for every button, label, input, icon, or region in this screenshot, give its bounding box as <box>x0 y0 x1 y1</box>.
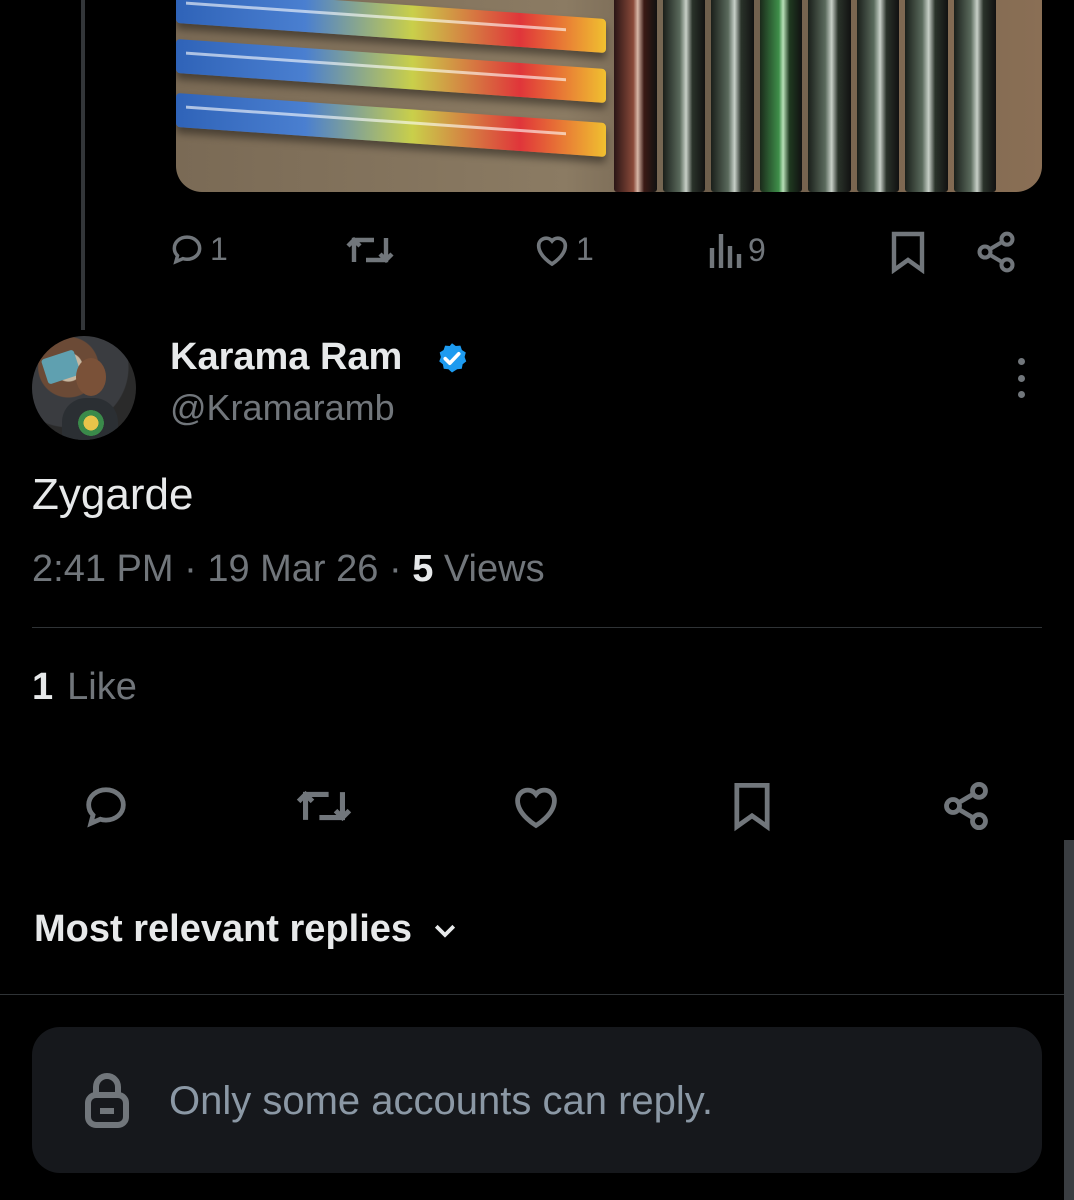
retweet-button[interactable] <box>294 780 354 832</box>
bookmark-button[interactable] <box>726 780 778 832</box>
lock-icon <box>82 1071 132 1129</box>
comment-icon <box>172 235 202 265</box>
parent-view-count: 9 <box>748 231 766 268</box>
parent-retweet-button[interactable] <box>344 230 396 270</box>
parent-bookmark-button[interactable] <box>888 230 928 274</box>
parent-like-count: 1 <box>576 230 594 267</box>
parent-reply-count: 1 <box>210 230 228 267</box>
likes-label: Like <box>67 666 137 708</box>
tweet-time[interactable]: 2:41 PM <box>32 548 174 590</box>
divider <box>32 627 1042 628</box>
parent-reply-button[interactable]: 1 <box>168 230 228 268</box>
share-icon <box>977 231 1015 273</box>
reply-restriction-text: Only some accounts can reply. <box>169 1079 713 1123</box>
meta-separator: · <box>388 548 413 590</box>
reply-restriction-notice: Only some accounts can reply. <box>32 1027 1042 1173</box>
like-button[interactable] <box>510 780 562 832</box>
meta-separator: · <box>184 548 208 590</box>
author-name[interactable]: Karama Ram <box>170 336 402 379</box>
verified-badge-icon <box>439 343 467 373</box>
parent-tweet-media-image[interactable] <box>176 0 1042 192</box>
tweet-date[interactable]: 19 Mar 26 <box>207 548 378 590</box>
views-label: Views <box>443 548 545 590</box>
bookmark-icon <box>734 783 770 832</box>
likes-summary[interactable]: 1 Like <box>32 666 137 709</box>
parent-share-button[interactable] <box>974 230 1018 274</box>
author-handle[interactable]: @Kramaramb <box>170 387 395 429</box>
share-button[interactable] <box>940 780 992 832</box>
avatar[interactable] <box>32 336 136 440</box>
heart-icon <box>536 236 568 267</box>
analytics-icon <box>709 234 742 268</box>
more-vertical-icon[interactable] <box>1010 358 1032 398</box>
thread-connector-line <box>81 0 85 330</box>
chevron-down-icon <box>434 924 456 938</box>
tweet-text: Zygarde <box>32 470 194 519</box>
retweet-icon <box>296 790 352 822</box>
share-icon <box>944 781 988 831</box>
parent-views-button[interactable]: 9 <box>708 230 766 270</box>
likes-count: 1 <box>32 666 54 708</box>
scrollbar[interactable] <box>1064 840 1074 1200</box>
media-card-packs <box>606 0 996 192</box>
retweet-icon <box>346 236 394 264</box>
comment-icon <box>86 787 126 828</box>
reply-sort-label: Most relevant replies <box>34 908 413 950</box>
reply-button[interactable] <box>80 780 132 832</box>
parent-like-button[interactable]: 1 <box>532 230 594 268</box>
reply-sort-dropdown[interactable]: Most relevant replies <box>34 908 460 951</box>
heart-icon <box>515 787 557 829</box>
tweet-meta: 2:41 PM · 19 Mar 26 · 5 Views <box>32 548 545 591</box>
bookmark-icon <box>891 231 925 274</box>
divider <box>0 994 1064 995</box>
views-count: 5 <box>412 548 434 590</box>
media-card-stack <box>176 0 616 192</box>
